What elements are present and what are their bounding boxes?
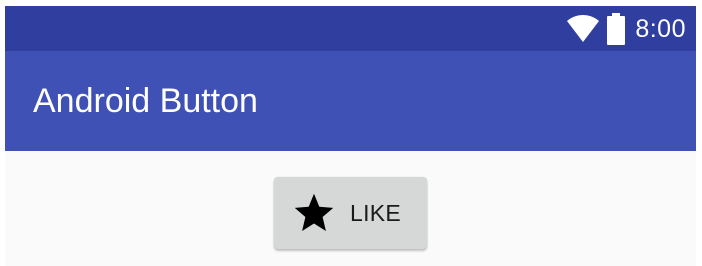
star-icon [294, 193, 334, 231]
like-button[interactable]: LIKE [274, 177, 427, 249]
status-bar: 8:00 [5, 6, 696, 51]
battery-icon [607, 13, 626, 45]
main-content: LIKE [5, 151, 696, 266]
status-time: 8:00 [635, 15, 686, 43]
app-bar: Android Button [5, 51, 696, 151]
app-title: Android Button [33, 82, 258, 120]
status-icons: 8:00 [567, 12, 686, 46]
wifi-icon [567, 15, 600, 42]
like-button-label: LIKE [350, 199, 402, 226]
device-screen: 8:00 Android Button LIKE [5, 6, 696, 266]
